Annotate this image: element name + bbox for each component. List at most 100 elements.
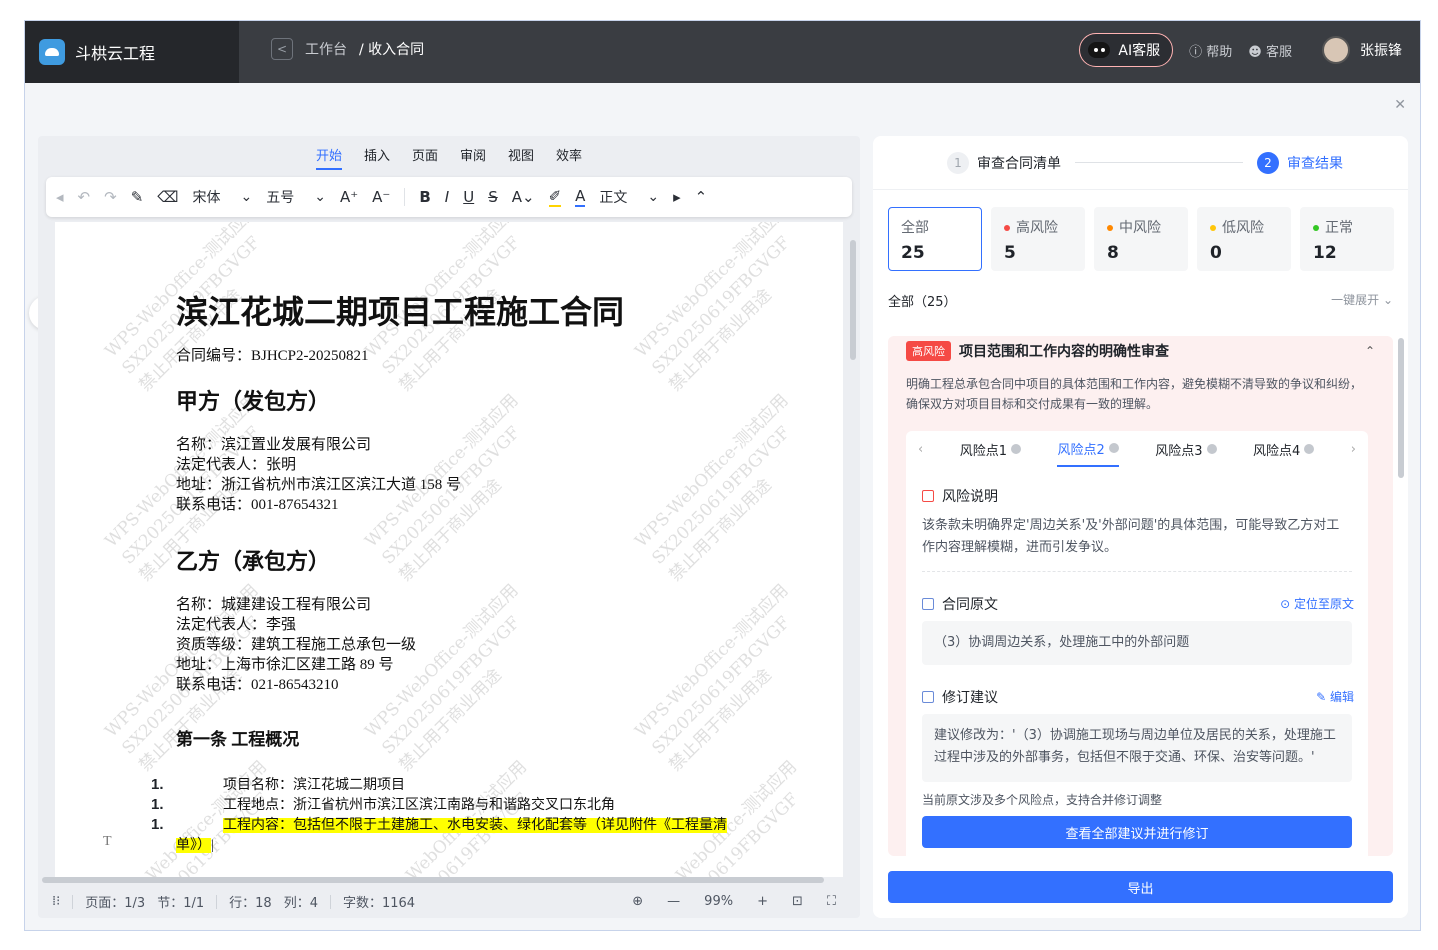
font-select[interactable]: 宋体 ⌄ <box>192 187 252 207</box>
edit-button[interactable]: ✎ 编辑 <box>1316 688 1354 705</box>
robot-icon <box>1088 42 1111 58</box>
expand-all-button[interactable]: 一键展开 ⌄ <box>1331 291 1393 310</box>
vertical-scrollbar[interactable] <box>850 240 856 360</box>
panel-scrollbar[interactable] <box>1398 338 1404 478</box>
list-number: 1. <box>151 816 164 833</box>
tab-review[interactable]: 审阅 <box>460 145 486 164</box>
brand[interactable]: 斗栱云工程 <box>25 21 239 83</box>
tab-efficiency[interactable]: 效率 <box>556 145 582 164</box>
tab-risk-point-4[interactable]: 风险点4 <box>1253 440 1315 459</box>
size-select[interactable]: 五号 ⌄ <box>266 187 326 207</box>
ai-service-button[interactable]: AI客服 <box>1079 33 1174 67</box>
page-indicator: 页面：1/3 <box>85 896 146 911</box>
filter-header: 全部（25） 一键展开 ⌄ <box>888 291 1393 310</box>
highlighted-text: 单》） <box>176 838 211 853</box>
step-label: 审查合同清单 <box>977 155 1061 172</box>
card-low-risk[interactable]: 低风险 0 <box>1197 207 1291 271</box>
list-item: 项目名称：滨江花城二期项目 <box>223 778 405 793</box>
horizontal-scrollbar[interactable] <box>42 877 824 883</box>
chevron-down-icon: ⌄ <box>1382 293 1393 307</box>
size-value: 五号 <box>266 190 295 206</box>
original-text: （3）协调周边关系，处理施工中的外部问题 <box>922 621 1352 665</box>
highlight-icon[interactable]: ✐ <box>548 187 562 207</box>
highlighted-text: 工程内容：包括但不限于土建施工、水电安装、绿化配套等（详见附件《工程量清 <box>223 818 727 833</box>
tab-view[interactable]: 视图 <box>508 145 534 164</box>
risk-point-detail: ‹ 风险点1 风险点2 风险点3 风险点4 › 风险说明 该条款未明确界定'周边… <box>906 431 1368 856</box>
divider <box>922 571 1352 572</box>
locate-original-button[interactable]: ⊙ 定位至原文 <box>1280 595 1354 612</box>
watermark-line: 禁止用于商业用途 <box>395 475 506 586</box>
tab-insert[interactable]: 插入 <box>364 145 390 164</box>
tab-page[interactable]: 页面 <box>412 145 438 164</box>
watermark-line: 禁止用于商业用途 <box>665 475 776 586</box>
zoom-controls: ⊕ — 99% + ⊡ ⛶ <box>632 894 836 909</box>
risk-point-tabs: ‹ 风险点1 风险点2 风险点3 风险点4 › <box>906 431 1368 467</box>
status-bar: ⁞⁝ 页面：1/3 节：1/1 行：18 列：4 字数：1164 ⊕ — 99%… <box>38 885 860 918</box>
strikethrough-icon[interactable]: S <box>488 188 498 206</box>
party-a-line: 地址：浙江省杭州市滨江区滨江大道 158 号 <box>176 477 462 493</box>
undo-icon[interactable]: ↶ <box>78 188 91 206</box>
list-number: 1. <box>151 776 164 793</box>
chevron-up-icon[interactable]: ⌃ <box>1365 344 1375 358</box>
step-checklist[interactable]: 1 审查合同清单 <box>947 151 1061 174</box>
party-a-line: 联系电话：001-87654321 <box>176 497 339 513</box>
next-icon[interactable]: › <box>1351 442 1356 457</box>
font-color-icon[interactable]: A <box>575 187 586 207</box>
zoom-out-icon[interactable]: — <box>667 894 680 909</box>
tab-label: 风险点1 <box>959 443 1007 459</box>
format-painter-icon[interactable]: ✎ <box>131 188 144 206</box>
redo-icon[interactable]: ↷ <box>104 188 117 206</box>
layout-icon[interactable]: ⁞⁝ <box>52 894 60 909</box>
view-all-suggestions-button[interactable]: 查看全部建议并进行修订 <box>922 816 1352 848</box>
highlighted-list-item-cont: 单》）| <box>176 838 214 853</box>
step-result[interactable]: 2 审查结果 <box>1257 151 1343 174</box>
watermark: WPS-WebOffice-测试应用 SX20250619FBGVGF 禁止用于商业… <box>360 579 558 777</box>
grow-font-icon[interactable]: A⁺ <box>340 188 358 206</box>
zoom-level[interactable]: 99% <box>704 894 733 909</box>
style-select[interactable]: 正文 ⌄ <box>599 187 659 207</box>
card-medium-risk[interactable]: 中风险 8 <box>1094 207 1188 271</box>
card-high-risk[interactable]: 高风险 5 <box>991 207 1085 271</box>
shrink-font-icon[interactable]: A⁻ <box>372 188 390 206</box>
avatar[interactable] <box>1322 36 1350 64</box>
tab-risk-point-1[interactable]: 风险点1 <box>960 440 1021 459</box>
underline-icon[interactable]: U <box>463 188 474 206</box>
close-icon[interactable]: ✕ <box>1394 97 1406 113</box>
prev-icon[interactable]: ‹ <box>918 442 923 457</box>
card-count: 12 <box>1313 243 1337 263</box>
risk-explain-text: 该条款未明确界定'周边关系'及'外部问题'的具体范围，可能导致乙方对工作内容理解… <box>922 518 1340 555</box>
suggestion-text: 建议修改为：'（3）协调施工现场与周边单位及居民的关系，处理施工过程中涉及的外部… <box>922 714 1352 782</box>
scroll-right-icon[interactable]: ▸ <box>673 188 681 206</box>
font-value: 宋体 <box>192 190 221 206</box>
green-dot-icon <box>1313 225 1319 231</box>
help-link[interactable]: ⓘ 帮助 <box>1189 41 1232 60</box>
back-icon[interactable]: < <box>271 38 293 60</box>
scroll-left-icon[interactable]: ◂ <box>56 188 64 206</box>
user-name[interactable]: 张振锋 <box>1360 40 1402 60</box>
collapse-icon[interactable]: ⌃ <box>695 188 708 206</box>
card-count: 5 <box>1004 243 1016 263</box>
zoom-in-icon[interactable]: + <box>757 894 768 909</box>
party-b-line: 联系电话：021-86543210 <box>176 677 339 693</box>
bold-icon[interactable]: B <box>419 188 430 206</box>
card-all[interactable]: 全部 25 <box>888 207 982 271</box>
document-page[interactable]: WPS-WebOffice-测试应用 SX20250619FBGVGF 禁止用于商业… <box>55 222 843 877</box>
breadcrumb-root[interactable]: 工作台 <box>305 39 347 59</box>
clear-format-icon[interactable]: ⌫ <box>157 188 178 206</box>
tab-start[interactable]: 开始 <box>315 145 342 170</box>
watermark: WPS-WebOffice-测试应用 SX20250619FBGVGF 禁止用于商业… <box>630 222 828 397</box>
tab-risk-point-2[interactable]: 风险点2 <box>1057 431 1119 467</box>
chevron-down-icon: ⌄ <box>240 189 253 205</box>
tab-risk-point-3[interactable]: 风险点3 <box>1155 440 1217 459</box>
service-link[interactable]: ☻ 客服 <box>1248 41 1292 60</box>
globe-icon[interactable]: ⊕ <box>632 894 643 909</box>
card-normal[interactable]: 正常 12 <box>1300 207 1394 271</box>
export-button[interactable]: 导出 <box>888 871 1393 903</box>
fit-page-icon[interactable]: ⊡ <box>792 894 803 909</box>
risk-item-header[interactable]: 高风险 项目范围和工作内容的明确性审查 <box>906 341 1169 361</box>
fullscreen-icon[interactable]: ⛶ <box>827 894 836 909</box>
italic-icon[interactable]: I <box>445 188 449 206</box>
tab-label: 风险点2 <box>1057 442 1105 458</box>
step-connector <box>1075 162 1243 163</box>
text-effect-icon[interactable]: A⌄ <box>512 188 535 206</box>
